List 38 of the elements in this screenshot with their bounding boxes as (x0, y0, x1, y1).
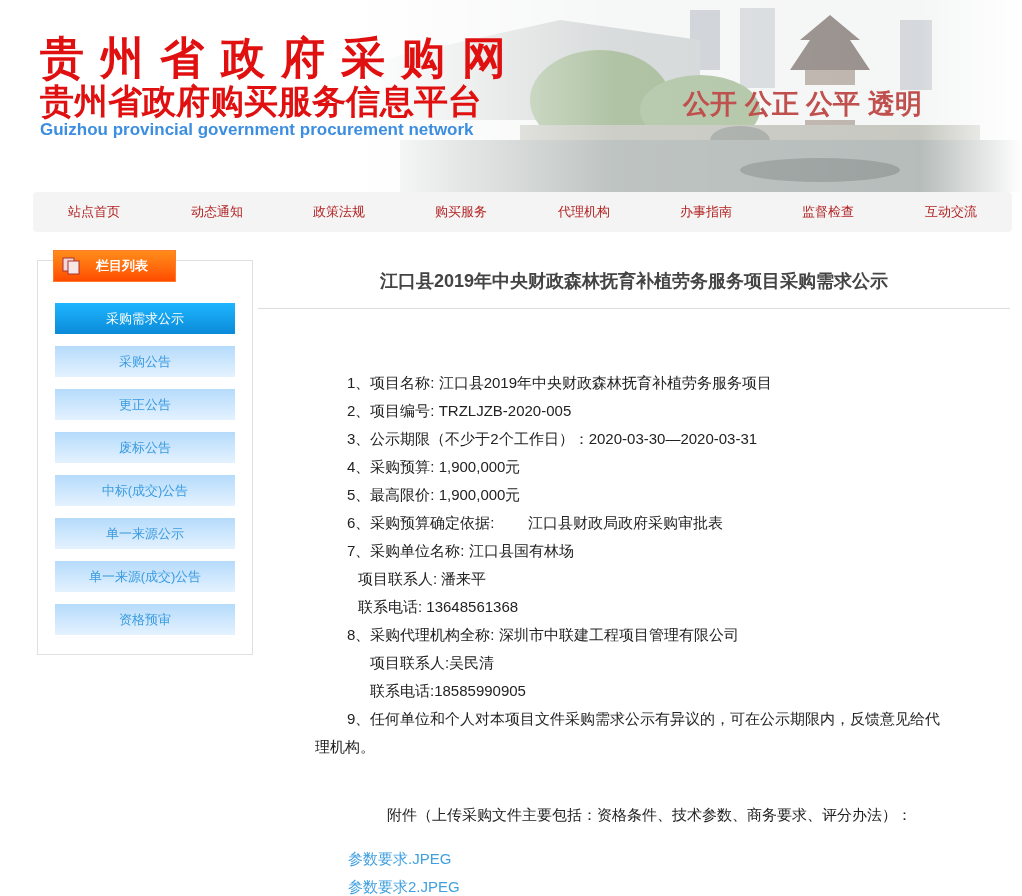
article-line: 8、采购代理机构全称: 深圳市中联建工程项目管理有限公司 (346, 625, 740, 645)
nav-link[interactable]: 站点首页 (33, 202, 156, 222)
sidebar-item[interactable]: 废标公告 (55, 432, 235, 463)
sidebar-item[interactable]: 单一来源公示 (55, 518, 235, 549)
attachment-link[interactable]: 参数要求2.JPEG (348, 873, 460, 896)
article-line: 1、项目名称: 江口县2019年中央财政森林抚育补植劳务服务项目 (346, 373, 774, 393)
nav-link[interactable]: 动态通知 (155, 202, 278, 222)
site-english-title: Guizhou provincial government procurement network (40, 120, 474, 140)
article-line: 7、采购单位名称: 江口县国有林场 (346, 541, 575, 561)
article-line: 4、采购预算: 1,900,000元 (346, 457, 522, 477)
sidebar-item[interactable]: 中标(成交)公告 (55, 475, 235, 506)
attachments-note: 附件（上传采购文件主要包括：资格条件、技术参数、商务要求、评分办法）： (386, 805, 913, 825)
article-line: 3、公示期限（不少于2个工作日）：2020-03-30—2020-03-31 (346, 429, 759, 449)
site-title: 贵 州 省 政 府 采 购 网 (40, 34, 508, 82)
article-line: 5、最高限价: 1,900,000元 (346, 485, 522, 505)
nav-link[interactable]: 代理机构 (522, 202, 645, 222)
attachment-link[interactable]: 参数要求.JPEG (348, 845, 452, 873)
sidebar-item[interactable]: 采购需求公示 (55, 303, 235, 334)
sidebar-item[interactable]: 单一来源(成交)公告 (55, 561, 235, 592)
nav-link[interactable]: 政策法规 (277, 202, 401, 222)
article-line: 6、采购预算确定依据: 江口县财政局政府采购审批表 (346, 513, 724, 533)
article-line: 项目联系人: 潘来平 (357, 569, 488, 589)
sidebar-title: 栏目列表 (96, 257, 148, 276)
article-line: 2、项目编号: TRZLJZB-2020-005 (346, 401, 573, 421)
nav-link[interactable]: 监督检查 (767, 202, 890, 222)
sidebar-item[interactable]: 资格预审 (55, 604, 235, 635)
article-line: 9、任何单位和个人对本项目文件采购需求公示有异议的，可在公示期限内，反馈意见给代理机构。 (315, 709, 942, 757)
documents-icon (62, 257, 80, 275)
sidebar-item[interactable]: 采购公告 (55, 346, 235, 377)
article-line: 联系电话: 13648561368 (357, 597, 520, 617)
nav-link[interactable]: 办事指南 (644, 202, 768, 222)
nav-link[interactable]: 互动交流 (889, 202, 1012, 222)
site-subtitle: 贵州省政府购买服务信息平台 (40, 82, 482, 120)
article-title: 江口县2019年中央财政森林抚育补植劳务服务项目采购需求公示 (258, 266, 1010, 309)
sidebar-item[interactable]: 更正公告 (55, 389, 235, 420)
article-line: 联系电话:18585990905 (369, 681, 527, 701)
nav-link[interactable]: 购买服务 (400, 202, 523, 222)
article-line: 项目联系人:吴民清 (369, 653, 496, 673)
